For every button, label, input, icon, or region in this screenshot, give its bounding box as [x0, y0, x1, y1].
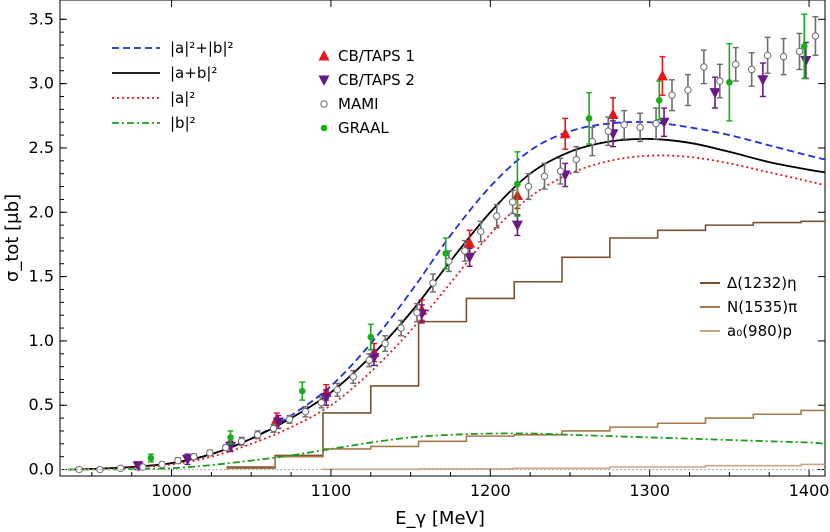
- data-point-mami: [190, 453, 198, 461]
- data-point-mami: [779, 52, 788, 61]
- data-point-mami: [604, 127, 612, 135]
- legend-label-b: |b|²: [170, 114, 196, 132]
- x-tick-label: 1100: [311, 481, 352, 500]
- data-point-graal: [298, 387, 306, 395]
- data-point-graal: [655, 97, 663, 104]
- data-point-mami: [333, 386, 342, 394]
- data-point-cb-taps-2: [318, 75, 330, 86]
- y-tick-label: 2.0: [29, 202, 54, 221]
- data-point-mami: [381, 339, 389, 348]
- curve-a-b: [67, 138, 826, 471]
- y-tick-label: 0.0: [29, 460, 54, 479]
- data-point-mami: [397, 324, 405, 332]
- data-point-graal: [800, 43, 808, 50]
- y-tick-label: 1.5: [29, 267, 54, 286]
- data-point-mami: [795, 47, 804, 56]
- legend-label-a-980-p: a₀(980)p: [727, 322, 792, 340]
- x-tick-label: 1400: [789, 481, 830, 500]
- data-point-mami: [747, 65, 756, 74]
- y-tick-label: 0.5: [29, 395, 54, 414]
- data-point-graal: [320, 124, 328, 132]
- histogram-a-980-p: [322, 463, 825, 471]
- data-point-graal: [514, 180, 521, 188]
- y-tick-label: 3.0: [29, 74, 54, 93]
- x-tick-label: 1300: [629, 481, 670, 500]
- data-point-mami: [732, 60, 740, 69]
- data-point-mami: [269, 424, 278, 433]
- data-point-mami: [349, 373, 357, 381]
- legend-label-a-b: |a+b|²: [170, 64, 217, 82]
- histogram-1232: [226, 220, 825, 470]
- legend-label-cb-taps-1: CB/TAPS 1: [338, 47, 415, 65]
- data-point-cb-taps-1: [656, 69, 668, 81]
- data-point-mami: [320, 100, 328, 108]
- data-point-graal: [442, 250, 449, 257]
- data-point-mami: [492, 212, 501, 220]
- x-tick-label: 1000: [151, 481, 192, 500]
- data-point-mami: [636, 123, 644, 132]
- data-point-mami: [158, 460, 166, 469]
- y-tick-label: 3.5: [29, 9, 54, 28]
- tick-layer: 1000 1100 1200 1300 1400 0.0 0.5 1.0 1.5 2.0 2.5 3.…: [29, 0, 830, 500]
- data-point-mami: [652, 119, 660, 128]
- y-tick-label: 2.5: [29, 138, 54, 157]
- legend-label-mami: MAMI: [338, 95, 379, 113]
- data-point-mami: [620, 121, 628, 129]
- data-point-mami: [237, 437, 246, 445]
- x-axis-label: E_γ [MeV]: [395, 508, 485, 529]
- legend-label-graal: GRAAL: [338, 119, 389, 137]
- data-point-mami: [524, 182, 533, 191]
- data-point-mami: [413, 308, 421, 317]
- data-point-mami: [700, 63, 708, 71]
- data-point-mami: [811, 32, 820, 40]
- legend-label-a: |a|²: [170, 89, 195, 107]
- data-point-mami: [556, 167, 565, 175]
- data-point-mami: [253, 431, 262, 439]
- data-point-mami: [684, 86, 692, 94]
- data-point-cb-taps-2: [511, 220, 523, 232]
- data-point-mami: [540, 172, 549, 180]
- data-point-mami: [317, 398, 326, 407]
- data-point-cb-taps-1: [318, 50, 330, 61]
- data-point-mami: [429, 279, 437, 287]
- legend-label-a-b: |a|²+|b|²: [170, 39, 234, 57]
- chart: 1000 1100 1200 1300 1400 0.0 0.5 1.0 1.5 2.0 2.5 3.…: [2, 0, 830, 529]
- data-point-graal: [227, 434, 234, 441]
- data-point-cb-taps-1: [559, 127, 571, 139]
- data-point-mami: [285, 415, 294, 424]
- data-point-mami: [174, 456, 182, 465]
- data-point-mami: [445, 257, 453, 265]
- data-point-cb-taps-2: [800, 55, 812, 67]
- y-tick-label: 1.0: [29, 331, 54, 350]
- legend-label-1232: Δ(1232)η: [727, 274, 797, 292]
- data-point-mami: [572, 155, 581, 164]
- data-point-mami: [222, 443, 230, 452]
- data-point-mami: [116, 464, 125, 472]
- data-point-mami: [477, 227, 485, 236]
- data-point-mami: [508, 198, 517, 206]
- data-point-mami: [763, 51, 772, 60]
- curve-b: [67, 432, 826, 471]
- data-point-cb-taps-2: [757, 75, 769, 86]
- point-layer: [75, 13, 820, 474]
- data-point-mami: [365, 356, 373, 364]
- data-point-cb-taps-2: [709, 88, 721, 99]
- curve-a: [67, 154, 826, 471]
- legend-label-n-1535: N(1535)π: [727, 298, 797, 316]
- data-point-mami: [206, 449, 214, 457]
- data-point-mami: [301, 407, 310, 416]
- data-point-graal: [367, 333, 375, 341]
- data-point-mami: [716, 77, 724, 85]
- data-point-graal: [585, 115, 593, 122]
- histogram-layer: [226, 220, 825, 471]
- data-point-graal: [726, 79, 733, 86]
- x-tick-label: 1200: [470, 481, 511, 500]
- data-point-mami: [461, 247, 469, 255]
- legend-layer: |a|²+|b|² |a+b|² |a|² |b|² CB/TAPS 1 CB/TAPS …: [112, 39, 797, 340]
- data-point-mami: [668, 91, 676, 99]
- legend-label-cb-taps-2: CB/TAPS 2: [338, 71, 415, 89]
- y-axis-label: σ_tot [μb]: [2, 194, 23, 282]
- data-point-graal: [147, 454, 155, 462]
- histogram-n-1535: [226, 409, 825, 470]
